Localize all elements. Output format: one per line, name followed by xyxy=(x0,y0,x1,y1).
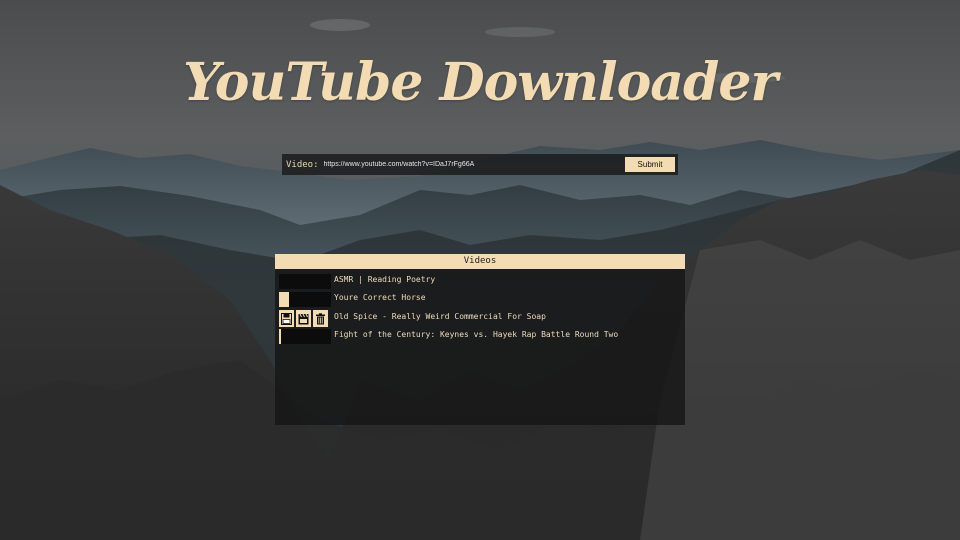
download-progress-bar xyxy=(279,274,331,289)
video-row: ASMR | Reading Poetry xyxy=(279,274,681,291)
progress-fill xyxy=(279,329,281,344)
video-title: ASMR | Reading Poetry xyxy=(334,275,436,284)
video-actions xyxy=(279,310,328,327)
video-row: Youre Correct Horse xyxy=(279,292,681,309)
video-row: Old Spice - Really Weird Commercial For … xyxy=(279,310,681,328)
video-label: Video: xyxy=(286,159,319,170)
videos-header: Videos xyxy=(275,254,685,269)
page-title: YouTube Downloader xyxy=(183,52,778,113)
open-button[interactable] xyxy=(296,310,311,327)
video-title: Youre Correct Horse xyxy=(334,293,426,302)
download-progress-bar xyxy=(279,292,331,307)
video-url-input[interactable] xyxy=(323,157,620,172)
video-row: Fight of the Century: Keynes vs. Hayek R… xyxy=(279,329,681,346)
submit-button[interactable]: Submit xyxy=(625,157,675,172)
video-url-form: Video: Submit xyxy=(282,154,678,175)
download-progress-bar xyxy=(279,329,331,344)
delete-button[interactable] xyxy=(313,310,328,327)
clapperboard-icon xyxy=(298,313,309,324)
video-title: Old Spice - Really Weird Commercial For … xyxy=(334,312,546,321)
progress-fill xyxy=(279,292,290,307)
video-title: Fight of the Century: Keynes vs. Hayek R… xyxy=(334,330,619,339)
save-button[interactable] xyxy=(279,310,294,327)
trash-icon xyxy=(316,312,325,324)
videos-panel: Videos ASMR | Reading Poetry Youre Corre… xyxy=(275,254,685,425)
save-icon xyxy=(281,312,292,325)
